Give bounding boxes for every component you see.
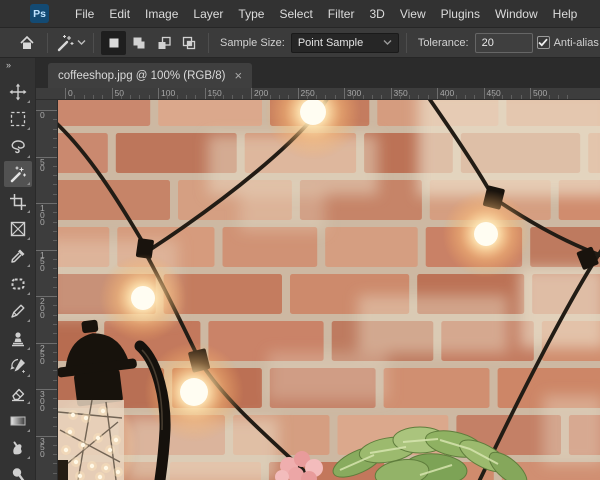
- canvas-image[interactable]: [58, 100, 600, 480]
- ruler-vertical[interactable]: 05 01 0 01 5 02 0 02 5 03 0 03 5 0: [36, 100, 58, 480]
- tool-smudge[interactable]: [4, 435, 32, 461]
- tool-move[interactable]: [4, 79, 32, 105]
- smudge-icon: [9, 439, 27, 457]
- menu-window[interactable]: Window: [495, 7, 538, 21]
- subtract-selection-icon: [156, 35, 172, 51]
- add-to-selection-button[interactable]: [126, 31, 151, 55]
- collapse-panel-button[interactable]: »: [0, 58, 35, 73]
- separator: [47, 33, 48, 53]
- healing-patch-icon: [9, 275, 27, 293]
- tools-panel: »: [0, 58, 36, 480]
- intersect-selection-icon: [181, 35, 197, 51]
- frame-icon: [9, 220, 27, 238]
- menu-file[interactable]: File: [75, 7, 94, 21]
- tool-eraser[interactable]: [4, 380, 32, 406]
- active-tool-preset[interactable]: [55, 33, 86, 53]
- chevron-down-icon: [383, 39, 392, 46]
- tolerance-input[interactable]: [475, 33, 533, 53]
- add-selection-icon: [131, 35, 147, 51]
- history-brush-icon: [9, 357, 27, 375]
- eraser-icon: [9, 384, 27, 402]
- antialias-checkbox[interactable]: [537, 36, 550, 49]
- crop-icon: [9, 193, 27, 211]
- marquee-icon: [9, 110, 27, 128]
- tool-crop[interactable]: [4, 189, 32, 215]
- sample-size-select[interactable]: Point Sample: [291, 33, 399, 53]
- tool-eyedropper[interactable]: [4, 243, 32, 269]
- tool-rectangular-marquee[interactable]: [4, 106, 32, 132]
- magic-wand-icon: [55, 33, 75, 53]
- tool-dodge[interactable]: [4, 462, 32, 480]
- menu-edit[interactable]: Edit: [109, 7, 130, 21]
- separator: [406, 33, 407, 53]
- tool-clone-stamp[interactable]: [4, 326, 32, 352]
- separator: [208, 33, 209, 53]
- document-tab[interactable]: coffeeshop.jpg @ 100% (RGB/8) ×: [48, 63, 252, 88]
- new-selection-button[interactable]: [101, 31, 126, 55]
- separator: [93, 33, 94, 53]
- check-icon: [538, 38, 548, 47]
- tool-lasso[interactable]: [4, 134, 32, 160]
- pencil-icon: [9, 302, 27, 320]
- antialias-label: Anti-alias: [554, 37, 599, 49]
- canvas-viewport: [58, 100, 600, 480]
- subtract-from-selection-button[interactable]: [151, 31, 176, 55]
- dodge-icon: [9, 466, 27, 480]
- tool-frame[interactable]: [4, 216, 32, 242]
- photoshop-logo-icon: Ps: [30, 4, 49, 23]
- ruler-horizontal[interactable]: 050100150200250300350400450500: [36, 88, 600, 100]
- chevron-down-icon: [77, 39, 86, 46]
- eyedropper-icon: [9, 247, 27, 265]
- magic-wand-icon: [8, 165, 27, 184]
- menu-help[interactable]: Help: [553, 7, 578, 21]
- menu-image[interactable]: Image: [145, 7, 178, 21]
- tool-history-brush[interactable]: [4, 353, 32, 379]
- gradient-icon: [9, 412, 27, 430]
- close-tab-icon[interactable]: ×: [234, 69, 242, 82]
- lasso-icon: [9, 138, 27, 156]
- home-icon: [19, 35, 35, 51]
- menu-plugins[interactable]: Plugins: [441, 7, 480, 21]
- clone-stamp-icon: [9, 330, 27, 348]
- menu-view[interactable]: View: [400, 7, 426, 21]
- menu-type[interactable]: Type: [238, 7, 264, 21]
- menu-3d[interactable]: 3D: [369, 7, 384, 21]
- document-tab-bar: coffeeshop.jpg @ 100% (RGB/8) ×: [36, 58, 600, 88]
- tool-magic-wand[interactable]: [4, 161, 32, 187]
- home-button[interactable]: [14, 31, 40, 55]
- tool-pencil[interactable]: [4, 298, 32, 324]
- new-selection-icon: [106, 35, 122, 51]
- document-tab-title: coffeeshop.jpg @ 100% (RGB/8): [58, 70, 225, 82]
- move-icon: [9, 83, 27, 101]
- intersect-selection-button[interactable]: [176, 31, 201, 55]
- photoshop-window: Ps File Edit Image Layer Type Select Fil…: [0, 0, 600, 480]
- menu-layer[interactable]: Layer: [193, 7, 223, 21]
- sample-size-label: Sample Size:: [220, 37, 285, 49]
- menu-items: File Edit Image Layer Type Select Filter…: [75, 7, 577, 21]
- options-bar: Sample Size: Point Sample Tolerance: Ant…: [0, 28, 600, 58]
- menu-select[interactable]: Select: [279, 7, 312, 21]
- tolerance-label: Tolerance:: [418, 37, 469, 49]
- menu-filter[interactable]: Filter: [328, 7, 355, 21]
- menu-bar: Ps File Edit Image Layer Type Select Fil…: [0, 0, 600, 28]
- tool-gradient[interactable]: [4, 408, 32, 434]
- sample-size-value: Point Sample: [298, 37, 363, 49]
- tool-healing-patch[interactable]: [4, 271, 32, 297]
